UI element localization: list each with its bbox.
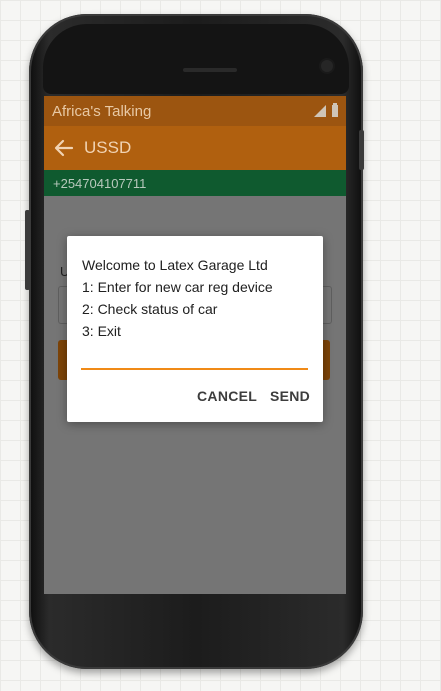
phone-number-bar: +254704107711 xyxy=(44,170,346,196)
speaker-grille xyxy=(183,68,237,72)
battery-icon xyxy=(332,103,338,117)
ussd-reply-input[interactable] xyxy=(81,342,308,370)
status-icons xyxy=(314,103,338,117)
app-bar: USSD xyxy=(44,126,346,170)
ussd-message: Welcome to Latex Garage Ltd 1: Enter for… xyxy=(82,254,273,342)
status-bar: Africa's Talking xyxy=(44,96,346,126)
message-line: 2: Check status of car xyxy=(82,301,218,317)
ussd-dialog: Welcome to Latex Garage Ltd 1: Enter for… xyxy=(67,236,323,422)
carrier-name: Africa's Talking xyxy=(52,102,152,120)
camera-icon xyxy=(321,60,333,72)
signal-icon xyxy=(314,105,326,117)
send-button[interactable]: SEND xyxy=(270,388,310,404)
phone-top-bezel xyxy=(43,24,349,94)
app-title: USSD xyxy=(84,138,132,157)
message-line: 3: Exit xyxy=(82,323,121,339)
message-line: 1: Enter for new car reg device xyxy=(82,279,273,295)
phone-number: +254704107711 xyxy=(53,175,147,191)
power-button[interactable] xyxy=(359,130,364,170)
message-line: Welcome to Latex Garage Ltd xyxy=(82,257,268,273)
back-arrow-icon[interactable] xyxy=(54,138,74,158)
volume-button[interactable] xyxy=(25,210,30,290)
cancel-button[interactable]: CANCEL xyxy=(197,388,257,404)
